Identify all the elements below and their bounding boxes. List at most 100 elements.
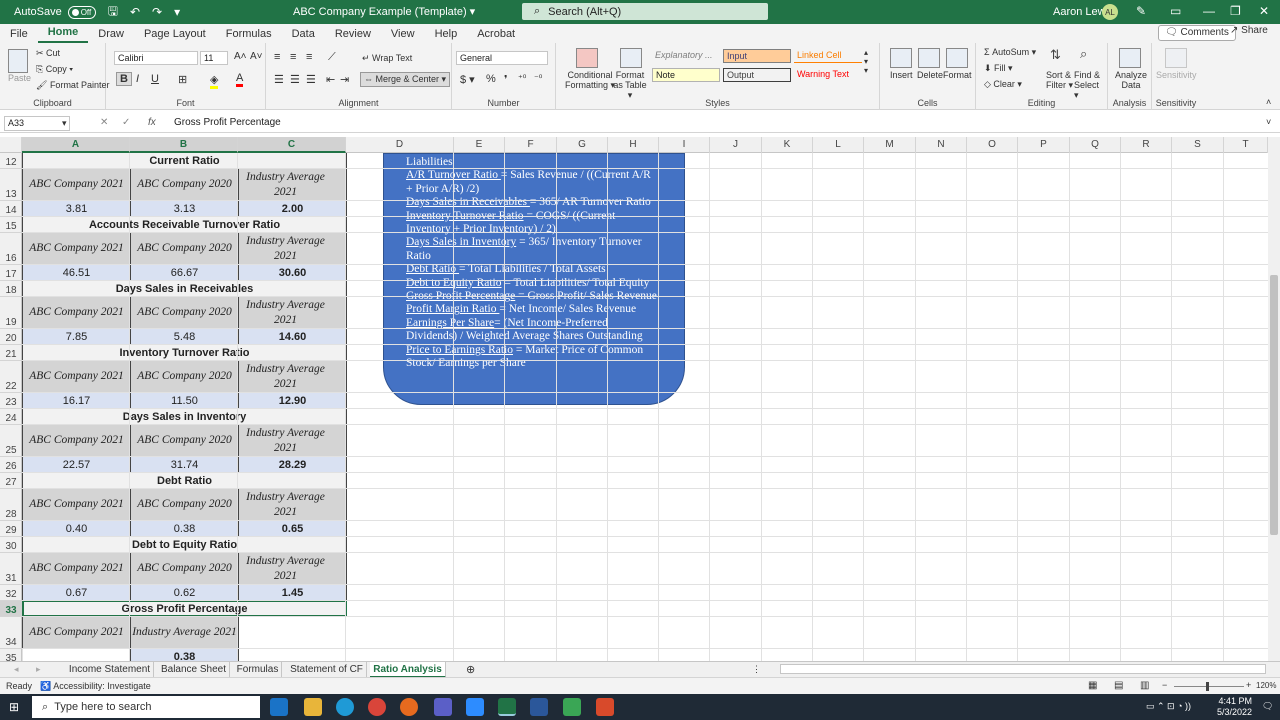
align-center-icon[interactable]: ☰ (290, 73, 300, 86)
insert-function-icon[interactable]: fx (148, 117, 156, 128)
column-header-q[interactable]: Q (1070, 137, 1121, 153)
accessibility-status[interactable]: ♿ Accessibility: Investigate (40, 681, 151, 692)
value-company-2021[interactable]: 0.40 (22, 520, 131, 537)
font-color-icon[interactable]: A (236, 72, 244, 87)
header-company-2021[interactable]: ABC Company 2021 (22, 360, 131, 393)
value-company-2021[interactable]: 3.81 (22, 200, 131, 217)
word-icon[interactable] (530, 698, 548, 716)
header-industry-average[interactable]: Industry Average 2021 (238, 296, 347, 329)
value-company-2020[interactable]: 0.38 (130, 520, 239, 537)
taskbar-search[interactable]: ⌕ Type here to search (32, 696, 260, 718)
enter-icon[interactable]: ✓ (122, 117, 130, 128)
clock[interactable]: 4:41 PM 5/3/2022 (1217, 696, 1252, 718)
sheet-tab-ratio-analysis[interactable]: Ratio Analysis (370, 662, 446, 678)
ratio-title[interactable]: Days Sales in Inventory (22, 408, 347, 425)
column-header-k[interactable]: K (762, 137, 813, 153)
save-icon[interactable]: 🖫 (108, 2, 118, 23)
value-company-2021[interactable]: 0.67 (22, 584, 131, 601)
row-header-19[interactable]: 19 (0, 297, 22, 329)
close-icon[interactable]: ✕ (1259, 4, 1269, 18)
cell-style-warning[interactable]: Warning Text (794, 68, 862, 82)
value-company-2021[interactable]: 7.85 (22, 328, 131, 345)
column-header-i[interactable]: I (659, 137, 710, 153)
sort-filter-icon[interactable]: ⇅ (1050, 47, 1061, 63)
zoom-out-icon[interactable]: − (1162, 680, 1167, 690)
find-icon[interactable]: ⌕ (1080, 46, 1087, 62)
row-header-13[interactable]: 13 (0, 169, 22, 201)
restore-icon[interactable]: ❐ (1230, 4, 1241, 18)
ratio-title[interactable]: Current Ratio (22, 153, 347, 169)
fill-button[interactable]: ⬇ Fill ▾ (984, 63, 1013, 74)
ratio-title[interactable]: Debt to Equity Ratio (22, 536, 347, 553)
clear-button[interactable]: ◇ Clear ▾ (984, 79, 1022, 90)
header-company-2020[interactable]: ABC Company 2020 (130, 552, 239, 585)
windows-start-icon[interactable]: ⊞ (9, 700, 19, 714)
sensitivity-button[interactable]: Sensitivity (1156, 70, 1197, 80)
delete-icon[interactable] (918, 48, 940, 68)
formula-input[interactable]: Gross Profit Percentage (174, 117, 281, 128)
column-header-p[interactable]: P (1018, 137, 1070, 153)
percent-icon[interactable]: % (486, 73, 496, 85)
increase-font-icon[interactable]: A˄ (234, 51, 247, 62)
redo-icon[interactable]: ↷ (152, 5, 162, 19)
vertical-scroll-thumb[interactable] (1270, 275, 1278, 535)
font-name-select[interactable]: Calibri (114, 51, 198, 65)
borders-icon[interactable]: ⊞ (178, 73, 187, 86)
wrap-text-button[interactable]: ↵ Wrap Text (362, 53, 412, 64)
column-header-j[interactable]: J (710, 137, 762, 153)
value-industry-average[interactable]: 12.90 (238, 392, 347, 409)
ribbon-display-icon[interactable]: ▭ (1170, 4, 1181, 18)
zoom-level[interactable]: 120% (1256, 681, 1276, 690)
underline-icon[interactable]: U (151, 73, 159, 85)
row-header-20[interactable]: 20 (0, 329, 22, 345)
sheet-tab-balance-sheet[interactable]: Balance Sheet (158, 662, 230, 678)
header-company-2020[interactable]: ABC Company 2020 (130, 232, 239, 265)
worksheet-grid[interactable]: Current Ratio ABC Company 2021 ABC Company… (22, 153, 1268, 661)
document-title[interactable]: ABC Company Example (Template) ▾ (293, 5, 475, 18)
column-header-g[interactable]: G (557, 137, 608, 153)
ratio-title[interactable]: Debt Ratio (22, 472, 347, 489)
excel-icon[interactable] (498, 698, 516, 716)
format-icon[interactable] (946, 48, 968, 68)
menu-file[interactable]: File (0, 28, 38, 40)
header-company-2020[interactable]: ABC Company 2020 (130, 296, 239, 329)
header-company-2020[interactable]: ABC Company 2020 (130, 360, 239, 393)
cancel-icon[interactable]: ✕ (100, 117, 108, 128)
gallery-scroll-icon[interactable]: ▴ ▾ ▾ (864, 48, 868, 75)
header-company-2020[interactable]: ABC Company 2020 (130, 168, 239, 201)
header-company-2021[interactable]: ABC Company 2021 (22, 552, 131, 585)
sheet-tab-formulas[interactable]: Formulas (234, 662, 282, 678)
row-header-14[interactable]: 14 (0, 201, 22, 217)
row-header-27[interactable]: 27 (0, 473, 22, 489)
column-header-f[interactable]: F (505, 137, 557, 153)
minimize-icon[interactable]: — (1203, 4, 1215, 18)
firefox-icon[interactable] (400, 698, 418, 716)
sheet-tab-statement-of-cf[interactable]: Statement of CF (287, 662, 367, 678)
row-header-22[interactable]: 22 (0, 361, 22, 393)
header-industry-average[interactable]: Industry Average 2021 (238, 552, 347, 585)
conditional-formatting-icon[interactable] (576, 48, 598, 68)
value-industry-average[interactable]: 1.45 (238, 584, 347, 601)
column-header-o[interactable]: O (967, 137, 1018, 153)
decrease-indent-icon[interactable]: ⇤ (326, 73, 335, 86)
menu-page-layout[interactable]: Page Layout (134, 28, 216, 40)
format-as-table-icon[interactable] (620, 48, 642, 68)
copy-button[interactable]: ⎘ Copy ▾ (36, 64, 73, 75)
row-header-24[interactable]: 24 (0, 409, 22, 425)
merge-center-button[interactable]: ⇔ Merge & Center ▾ (360, 72, 451, 87)
row-header-28[interactable]: 28 (0, 489, 22, 521)
bold-icon[interactable]: B (116, 72, 132, 86)
paste-button[interactable]: Paste (8, 73, 31, 83)
ratio-title[interactable]: Days Sales in Receivables (22, 280, 347, 297)
menu-home[interactable]: Home (37, 24, 89, 43)
column-header-s[interactable]: S (1172, 137, 1224, 153)
orientation-icon[interactable]: ⟋ (328, 51, 336, 64)
find-select-button[interactable]: Find & Select ▾ (1074, 70, 1104, 100)
column-header-a[interactable]: A (22, 137, 130, 153)
align-right-icon[interactable]: ☰ (306, 73, 316, 86)
analyze-data-button[interactable]: Analyze Data (1114, 70, 1148, 90)
sheet-tab-income-statement[interactable]: Income Statement (66, 662, 154, 678)
share-button[interactable]: ↗ Share (1230, 25, 1268, 36)
page-layout-view-icon[interactable]: ▤ (1114, 680, 1123, 691)
cell-style-explanatory[interactable]: Explanatory ... (652, 49, 720, 63)
